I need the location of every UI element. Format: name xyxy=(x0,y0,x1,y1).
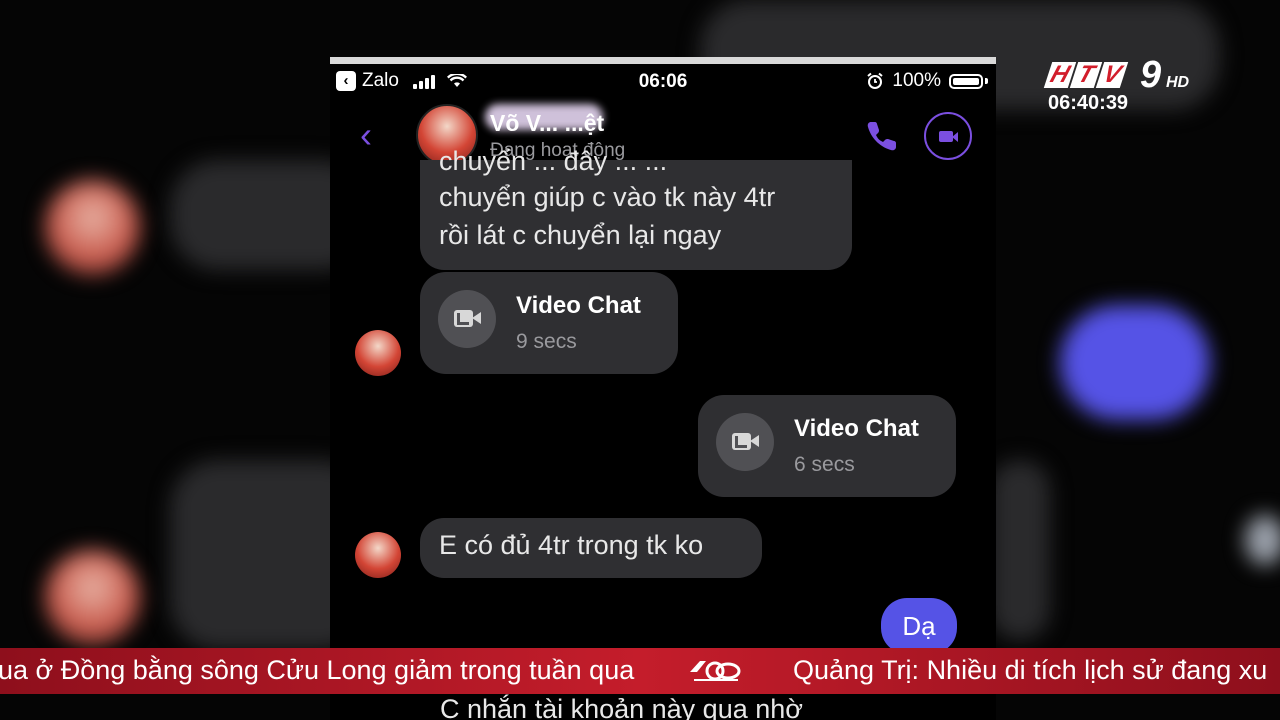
incoming-message-bubble: E có đủ 4tr trong tk ko xyxy=(420,518,762,578)
ticker-separator-logo-icon xyxy=(690,661,741,681)
alarm-icon xyxy=(867,72,884,89)
logo-letters: HTV xyxy=(1043,61,1129,88)
status-bar: ‹ Zalo 06:06 100% xyxy=(330,64,996,100)
phone-screenshot: ‹ Zalo 06:06 100% ‹ Võ V... ...ệt Đang h… xyxy=(330,57,996,720)
back-chevron-icon[interactable]: ‹ xyxy=(360,117,372,153)
video-chat-bubble-incoming[interactable]: Video Chat 9 secs xyxy=(420,272,678,374)
sender-avatar[interactable] xyxy=(355,330,401,376)
sender-avatar[interactable] xyxy=(355,532,401,578)
ticker-headline-right: Quảng Trị: Nhiều di tích lịch sử đang xu xyxy=(793,655,1268,685)
incoming-message-bubble: chuyển ... đây ... ... chuyển giúp c vào… xyxy=(420,146,852,270)
battery-percent: 100% xyxy=(892,70,941,91)
bg-blurred-avatar xyxy=(45,180,140,275)
bg-blurred-avatar xyxy=(45,550,140,645)
battery-tip xyxy=(985,78,988,84)
logo-hd: HD xyxy=(1166,74,1190,91)
video-chat-title: Video Chat xyxy=(794,415,919,442)
message-text: E có đủ 4tr trong tk ko xyxy=(439,530,704,560)
contact-name[interactable]: Võ V... ...ệt xyxy=(490,110,604,137)
bg-blurred-sent-bubble xyxy=(1060,305,1210,420)
channel-logo: HTV 9 HD xyxy=(1043,54,1198,96)
video-camera-icon xyxy=(438,290,496,348)
message-line: chuyển giúp c vào tk này 4tr xyxy=(439,182,776,212)
video-chat-title: Video Chat xyxy=(516,292,641,319)
video-chat-duration: 9 secs xyxy=(516,330,577,353)
broadcast-clock: 06:40:39 xyxy=(1048,92,1129,114)
outgoing-message-bubble: Dạ xyxy=(881,598,957,654)
bg-blurred-bubble xyxy=(990,460,1050,640)
phone-call-icon[interactable] xyxy=(862,116,902,156)
battery-icon xyxy=(949,73,983,89)
logo-number: 9 xyxy=(1140,54,1162,96)
video-camera-icon xyxy=(716,413,774,471)
ticker-headline-left: ua ở Đồng bằng sông Cửu Long giảm trong … xyxy=(0,655,635,685)
news-ticker: ua ở Đồng bằng sông Cửu Long giảm trong … xyxy=(0,648,1280,694)
video-chat-bubble-outgoing[interactable]: Video Chat 6 secs xyxy=(698,395,956,497)
partial-message-text: C nhắn tài khoản này qua nhờ xyxy=(440,694,803,720)
message-line: rồi lát c chuyển lại ngay xyxy=(439,220,722,250)
video-chat-duration: 6 secs xyxy=(794,453,855,476)
message-text: Dạ xyxy=(902,611,936,641)
bg-blurred-dot xyxy=(1245,515,1280,565)
video-call-button[interactable] xyxy=(924,112,972,160)
partial-line: chuyển ... đây ... ... xyxy=(439,146,668,176)
